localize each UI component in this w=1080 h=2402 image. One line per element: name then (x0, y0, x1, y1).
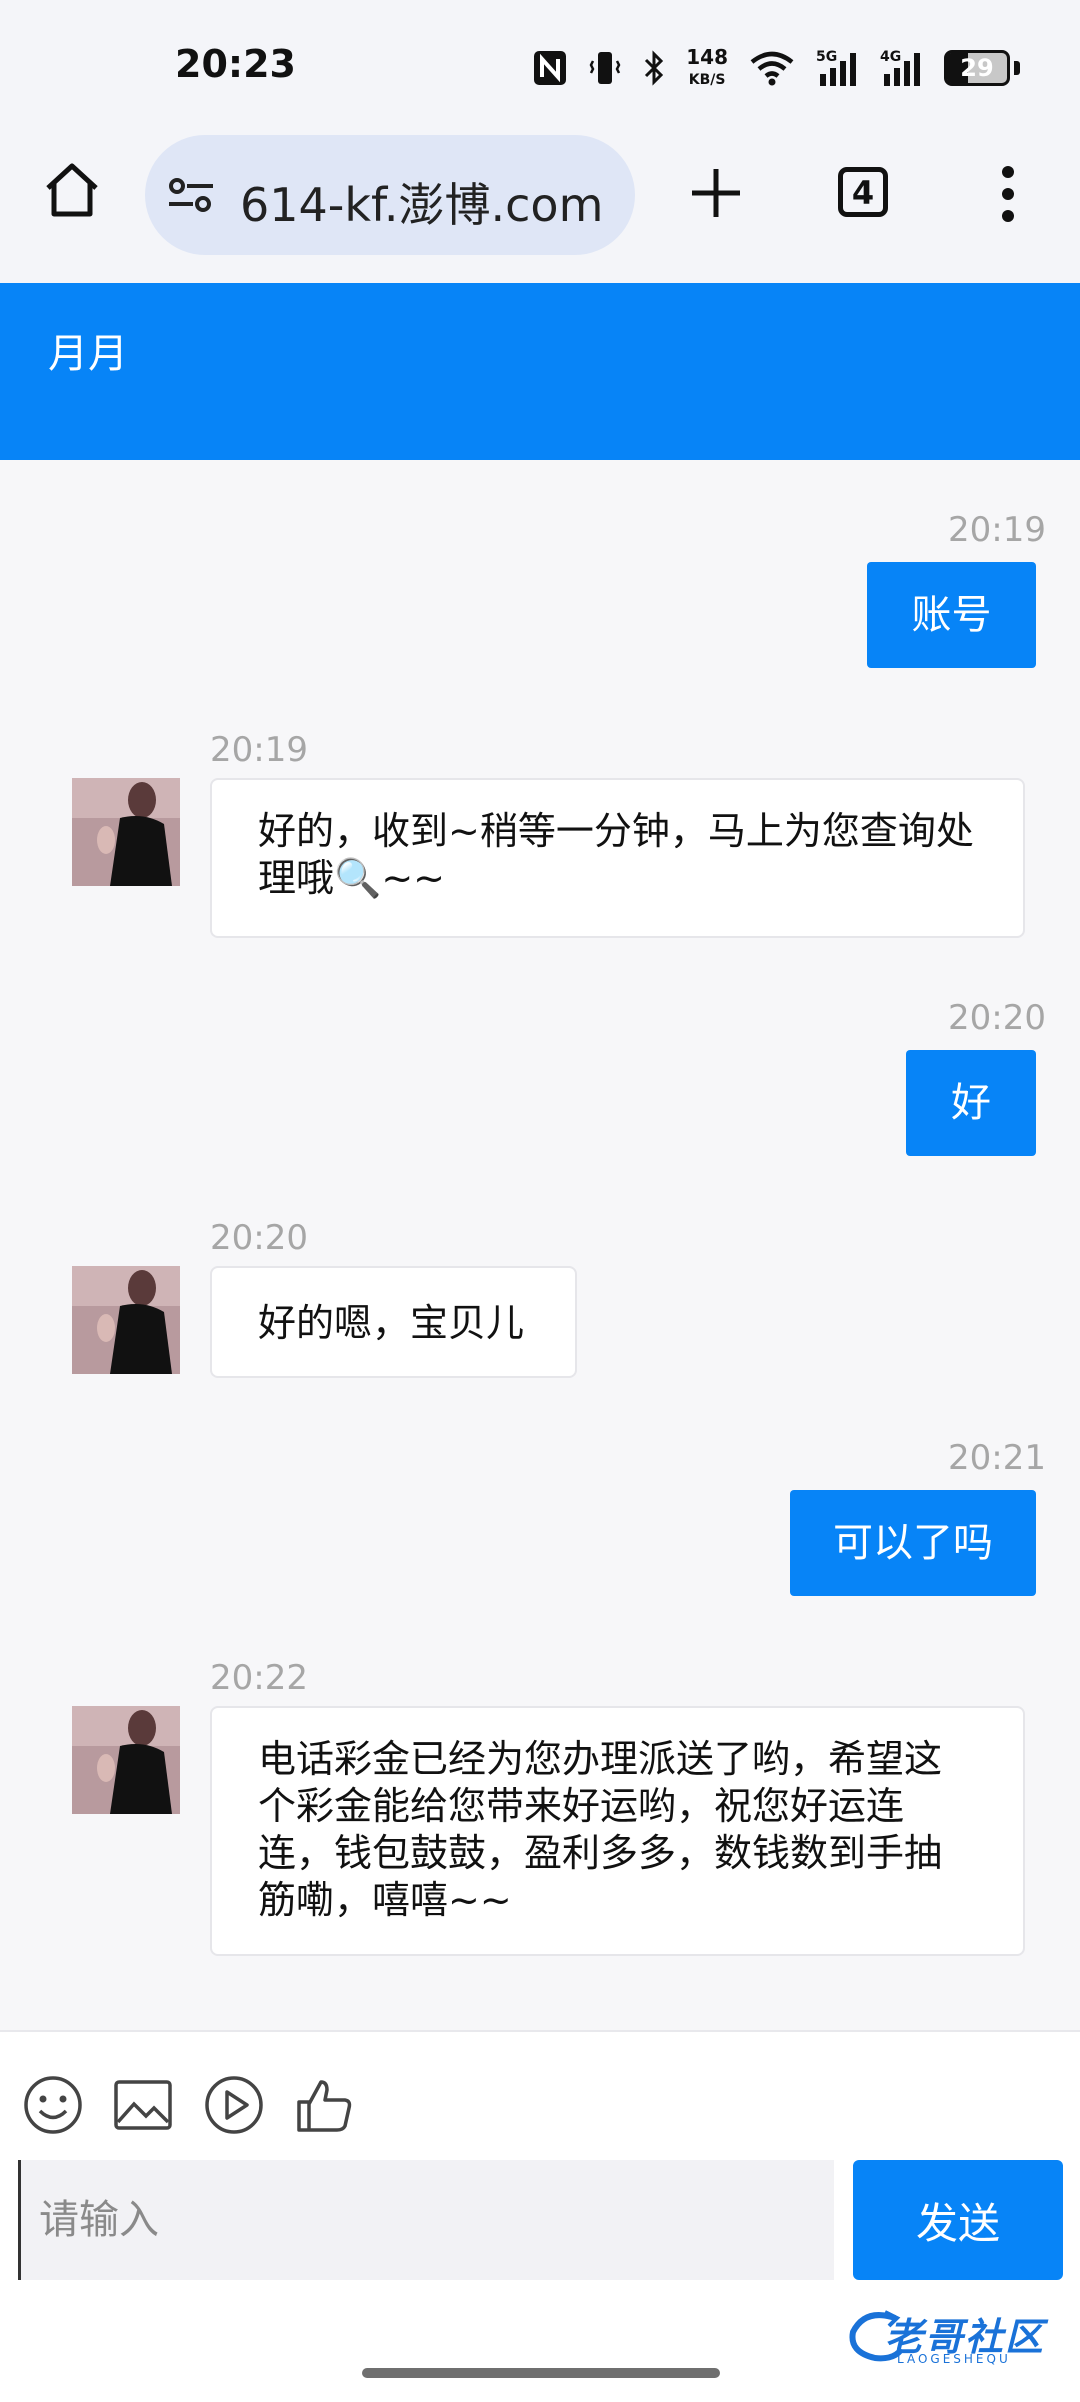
network-speed: 148 KB/S (686, 47, 728, 90)
nfc-icon (532, 49, 568, 87)
emoji-icon (24, 2076, 82, 2134)
signal-5g-label: 5G (816, 49, 837, 65)
avatar (72, 1706, 180, 1814)
speed-value: 148 (686, 44, 728, 69)
thumbs-up-button[interactable] (293, 2074, 355, 2136)
message-time: 20:21 (948, 1438, 1046, 1478)
send-button[interactable]: 发送 (853, 2160, 1063, 2280)
signal-4g-icon: 4G (880, 48, 924, 88)
browser-menu-button[interactable] (993, 165, 1023, 223)
message-bubble-incoming: 电话彩金已经为您办理派送了哟，希望这个彩金能给您带来好运哟，祝您好运连连，钱包鼓… (210, 1706, 1025, 1956)
signal-4g-label: 4G (880, 49, 901, 65)
address-bar[interactable]: 614-kf.澎博.com (145, 135, 635, 255)
bluetooth-icon (642, 49, 666, 87)
vibrate-icon (588, 49, 622, 87)
battery-icon: 29 (944, 50, 1010, 86)
video-icon (205, 2076, 263, 2134)
battery-tip (1014, 61, 1020, 75)
message-time: 20:20 (948, 998, 1046, 1038)
message-time: 20:19 (210, 730, 308, 770)
wifi-icon (748, 50, 796, 86)
chat-title: 月月 (48, 331, 128, 377)
watermark-logo: 老哥社区 LAOGESHEQU (845, 2302, 1065, 2372)
chat-header: 月月 (0, 283, 1080, 460)
message-bubble-outgoing: 好 (906, 1050, 1036, 1156)
battery-level: 29 (960, 54, 994, 82)
tab-count: 4 (851, 174, 875, 212)
avatar (72, 1266, 180, 1374)
status-bar: 20:23 148 KB/S 5G 4G 29 (0, 0, 1080, 135)
thumbs-up-icon (297, 2080, 352, 2132)
message-time: 20:19 (948, 510, 1046, 550)
message-bubble-incoming: 好的，收到~稍等一分钟，马上为您查询处理哦🔍~~ (210, 778, 1025, 938)
message-bubble-outgoing: 账号 (867, 562, 1036, 668)
message-bubble-outgoing: 可以了吗 (790, 1490, 1036, 1596)
browser-toolbar: 614-kf.澎博.com 4 (0, 135, 1080, 283)
image-icon (114, 2080, 172, 2130)
video-button[interactable] (203, 2074, 265, 2136)
plus-icon (692, 169, 740, 217)
message-input[interactable] (18, 2160, 834, 2280)
status-icons: 148 KB/S 5G 4G 29 (532, 40, 1020, 96)
more-vert-icon (1002, 166, 1014, 222)
avatar (72, 778, 180, 886)
message-time: 20:22 (210, 1658, 308, 1698)
emoji-button[interactable] (22, 2074, 84, 2136)
signal-5g-icon: 5G (816, 48, 860, 88)
home-indicator[interactable] (362, 2368, 720, 2378)
message-time: 20:20 (210, 1218, 308, 1258)
status-time: 20:23 (175, 42, 296, 86)
home-icon (46, 163, 98, 217)
new-tab-button[interactable] (688, 165, 744, 221)
message-bubble-incoming: 好的嗯，宝贝儿 (210, 1266, 577, 1378)
site-settings-icon[interactable] (167, 175, 215, 215)
watermark-subtext: LAOGESHEQU (897, 2352, 1011, 2366)
home-button[interactable] (42, 160, 102, 220)
url-text[interactable]: 614-kf.澎博.com (240, 169, 603, 235)
speed-unit: KB/S (688, 71, 726, 88)
tab-switcher-button[interactable]: 4 (838, 167, 888, 217)
image-button[interactable] (112, 2074, 174, 2136)
composer: 发送 老哥社区 LAOGESHEQU (0, 2030, 1080, 2402)
